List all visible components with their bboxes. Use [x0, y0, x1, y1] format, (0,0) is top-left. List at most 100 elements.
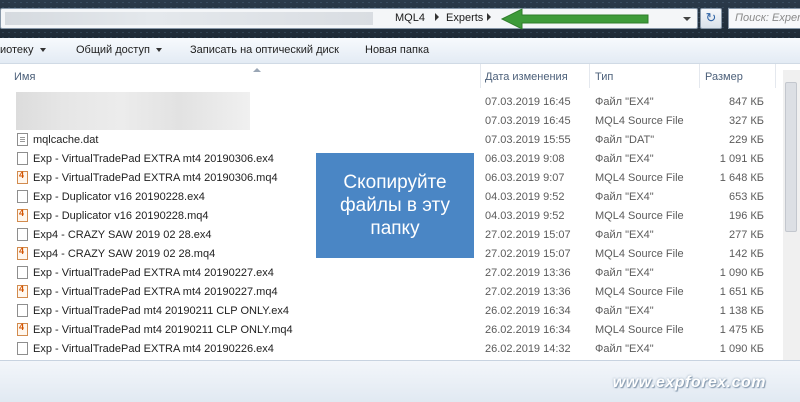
file-date: 07.03.2019 15:55 — [485, 134, 571, 146]
file-name: Exp - VirtualTradePad EXTRA mt4 20190306… — [33, 172, 278, 184]
dat-file-icon — [17, 133, 28, 146]
column-divider[interactable] — [699, 64, 700, 88]
column-name-header[interactable]: Имя — [14, 71, 35, 83]
file-name: Exp - VirtualTradePad EXTRA mt4 20190227… — [33, 286, 278, 298]
file-row[interactable]: 07.03.2019 16:45 Файл "EX4" 847 КБ — [0, 93, 776, 112]
file-size: 1 091 КБ — [719, 153, 764, 165]
file-type: Файл "EX4" — [595, 96, 654, 108]
ex4-file-icon — [17, 304, 28, 317]
file-name: Exp - VirtualTradePad mt4 20190211 CLP O… — [33, 324, 293, 336]
instruction-callout: Скопируйте файлы в эту папку — [316, 153, 474, 258]
ex4-file-icon — [17, 152, 28, 165]
vertical-scrollbar[interactable] — [783, 70, 800, 360]
sort-ascending-icon — [253, 68, 261, 72]
breadcrumb-experts[interactable]: Experts — [446, 12, 483, 24]
file-date: 27.02.2019 13:36 — [485, 267, 571, 279]
file-type: MQL4 Source File — [595, 248, 684, 260]
library-menu[interactable]: иотеку — [0, 44, 46, 56]
file-date: 06.03.2019 9:08 — [485, 153, 565, 165]
ex4-file-icon — [17, 266, 28, 279]
command-toolbar: иотеку Общий доступ Записать на оптическ… — [0, 38, 800, 64]
chevron-down-icon — [155, 48, 162, 53]
file-row[interactable]: Exp - VirtualTradePad EXTRA mt4 20190227… — [0, 283, 776, 302]
column-size-header[interactable]: Размер — [705, 71, 743, 83]
file-date: 26.02.2019 14:32 — [485, 343, 571, 355]
search-input[interactable]: Поиск: Experts — [728, 8, 800, 29]
file-date: 07.03.2019 16:45 — [485, 115, 571, 127]
file-name: Exp4 - CRAZY SAW 2019 02 28.ex4 — [33, 229, 212, 241]
mq4-file-icon — [17, 322, 28, 336]
watermark: www.expforex.com — [612, 374, 766, 391]
file-date: 27.02.2019 15:07 — [485, 229, 571, 241]
file-name: Exp - VirtualTradePad mt4 20190211 CLP O… — [33, 305, 290, 317]
column-divider[interactable] — [775, 64, 776, 88]
mq4-file-icon — [17, 208, 28, 222]
file-type: MQL4 Source File — [595, 324, 684, 336]
file-size: 1 475 КБ — [719, 324, 764, 336]
address-path-hidden — [5, 12, 373, 25]
details-pane: www.expforex.com — [0, 360, 800, 402]
file-type: Файл "EX4" — [595, 229, 654, 241]
breadcrumb-arrow-icon[interactable] — [435, 13, 439, 21]
share-label: Общий доступ — [76, 44, 150, 56]
file-name: Exp - Duplicator v16 20190228.mq4 — [33, 210, 209, 222]
file-row[interactable]: mqlcache.dat 07.03.2019 15:55 Файл "DAT" 22… — [0, 131, 776, 150]
new-folder-button[interactable]: Новая папка — [365, 44, 429, 56]
file-size: 277 КБ — [728, 229, 764, 241]
file-name: Exp - Duplicator v16 20190228.ex4 — [33, 191, 205, 203]
file-name: mqlcache.dat — [33, 134, 99, 146]
callout-line: файлы в эту — [340, 195, 450, 216]
file-size: 229 КБ — [728, 134, 764, 146]
breadcrumb-mql4[interactable]: MQL4 — [395, 12, 425, 24]
file-type: MQL4 Source File — [595, 115, 684, 127]
file-row[interactable]: Exp - VirtualTradePad EXTRA mt4 20190227… — [0, 264, 776, 283]
share-menu[interactable]: Общий доступ — [76, 44, 162, 56]
file-row[interactable]: Exp - VirtualTradePad mt4 20190211 CLP O… — [0, 302, 776, 321]
file-name: Exp - VirtualTradePad EXTRA mt4 20190227… — [33, 267, 274, 279]
file-size: 196 КБ — [728, 210, 764, 222]
ex4-file-icon — [17, 190, 28, 203]
address-dropdown-icon[interactable] — [680, 11, 694, 26]
file-size: 653 КБ — [728, 191, 764, 203]
file-row[interactable]: Exp - VirtualTradePad mt4 20190211 CLP O… — [0, 321, 776, 340]
ex4-file-icon — [17, 228, 28, 241]
callout-line: папку — [370, 218, 420, 239]
file-size: 847 КБ — [728, 96, 764, 108]
file-row[interactable]: 07.03.2019 16:45 MQL4 Source File 327 КБ — [0, 112, 776, 131]
column-header-row: Имя Дата изменения Тип Размер — [0, 64, 800, 88]
ex4-file-icon — [17, 342, 28, 355]
mq4-file-icon — [17, 170, 28, 184]
file-size: 327 КБ — [728, 115, 764, 127]
title-bar: MQL4 Experts ↻ Поиск: Experts — [0, 0, 800, 38]
file-type: MQL4 Source File — [595, 172, 684, 184]
file-type: MQL4 Source File — [595, 210, 684, 222]
file-name: Exp4 - CRAZY SAW 2019 02 28.mq4 — [33, 248, 216, 260]
column-divider[interactable] — [589, 64, 590, 88]
file-size: 1 651 КБ — [719, 286, 764, 298]
burn-disc-button[interactable]: Записать на оптический диск — [190, 44, 339, 56]
library-label: иотеку — [0, 44, 34, 56]
file-date: 27.02.2019 13:36 — [485, 286, 571, 298]
file-date: 04.03.2019 9:52 — [485, 210, 565, 222]
file-date: 07.03.2019 16:45 — [485, 96, 571, 108]
mq4-file-icon — [17, 246, 28, 260]
column-type-header[interactable]: Тип — [595, 71, 613, 83]
file-type: MQL4 Source File — [595, 286, 684, 298]
scrollbar-thumb[interactable] — [785, 82, 797, 232]
file-size: 1 648 КБ — [719, 172, 764, 184]
column-divider[interactable] — [480, 64, 481, 88]
file-type: Файл "EX4" — [595, 153, 654, 165]
column-date-header[interactable]: Дата изменения — [485, 71, 568, 83]
refresh-button[interactable]: ↻ — [700, 8, 722, 29]
green-arrow-icon — [500, 8, 649, 30]
callout-line: Скопируйте — [343, 172, 447, 193]
mq4-file-icon — [17, 284, 28, 298]
file-date: 04.03.2019 9:52 — [485, 191, 565, 203]
file-type: Файл "EX4" — [595, 267, 654, 279]
breadcrumb-arrow-icon[interactable] — [487, 13, 491, 21]
file-type: Файл "DAT" — [595, 134, 655, 146]
refresh-icon: ↻ — [705, 10, 717, 25]
file-row[interactable]: Exp - VirtualTradePad EXTRA mt4 20190226… — [0, 340, 776, 358]
file-size: 142 КБ — [728, 248, 764, 260]
chevron-down-icon — [39, 48, 46, 53]
